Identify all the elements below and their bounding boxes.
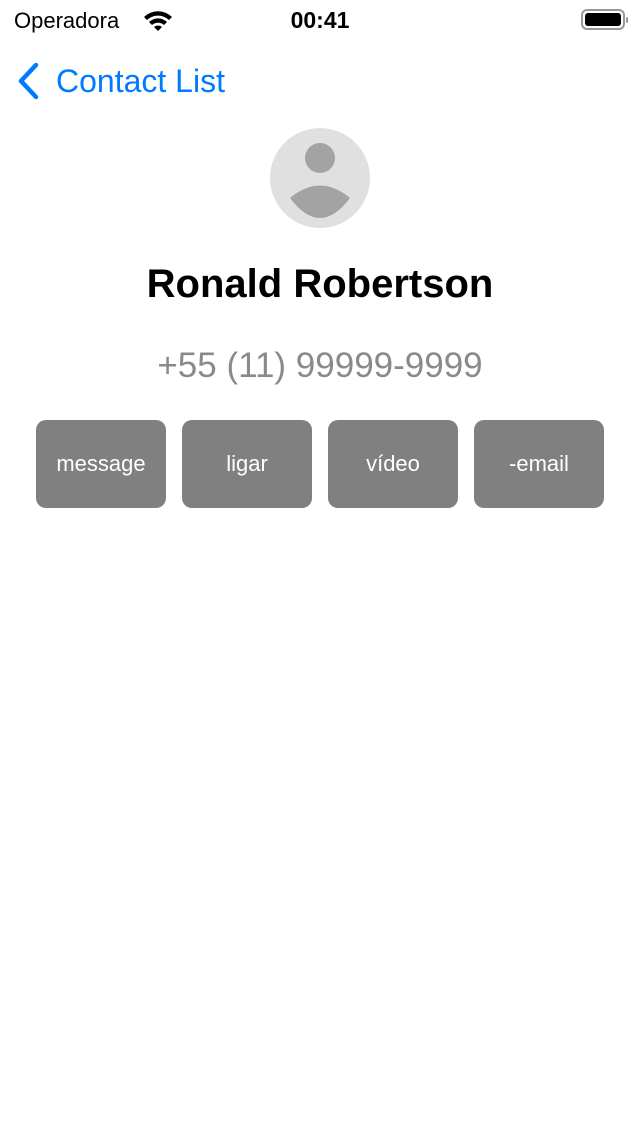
battery-icon	[581, 9, 628, 30]
avatar	[270, 128, 370, 228]
status-bar: Operadora 00:41	[0, 0, 640, 40]
contact-phone: +55 (11) 99999-9999	[157, 346, 483, 385]
person-icon	[290, 143, 350, 218]
action-buttons: message ligar vídeo -email	[36, 420, 604, 508]
email-button[interactable]: -email	[474, 420, 604, 508]
contact-name: Ronald Robertson	[146, 262, 494, 306]
call-button[interactable]: ligar	[182, 420, 312, 508]
chevron-left-icon	[18, 62, 39, 100]
message-button[interactable]: message	[36, 420, 166, 508]
clock: 00:41	[290, 7, 350, 33]
video-button[interactable]: vídeo	[328, 420, 458, 508]
back-button[interactable]: Contact List	[16, 62, 225, 100]
back-label: Contact List	[56, 62, 225, 99]
